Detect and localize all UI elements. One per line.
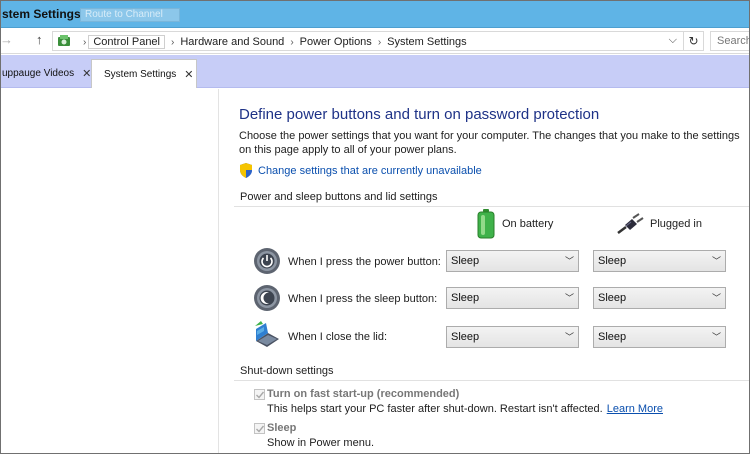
section-divider	[234, 380, 750, 381]
check-icon	[256, 391, 265, 399]
sleep-checkbox[interactable]	[254, 423, 265, 434]
column-plugged-in: Plugged in	[616, 213, 702, 235]
chevron-down-icon: ﹀	[564, 293, 574, 303]
breadcrumb: › Control Panel › Hardware and Sound › P…	[77, 35, 467, 49]
power-button-battery-select[interactable]: Sleep ﹀	[446, 250, 579, 272]
column-plugged-in-label: Plugged in	[650, 218, 702, 230]
fast-startup-description: This helps start your PC faster after sh…	[267, 403, 663, 415]
chevron-down-icon: ﹀	[711, 332, 721, 342]
breadcrumb-control-panel[interactable]: Control Panel	[88, 35, 165, 49]
breadcrumb-separator[interactable]: ›	[171, 37, 174, 48]
learn-more-link[interactable]: Learn More	[607, 403, 663, 415]
select-value: Sleep	[451, 292, 480, 304]
chevron-down-icon: ﹀	[711, 293, 721, 303]
breadcrumb-hardware-and-sound[interactable]: Hardware and Sound	[180, 36, 284, 48]
lid-battery-select[interactable]: Sleep ﹀	[446, 326, 579, 348]
row-lid-label: When I close the lid:	[288, 331, 388, 343]
tab-system-settings[interactable]: System Settings ✕	[91, 59, 197, 88]
up-arrow-icon[interactable]: ↑	[36, 32, 43, 47]
column-on-battery-label: On battery	[502, 218, 554, 230]
breadcrumb-separator: ›	[83, 36, 87, 48]
address-row: → ↑ › Control Panel › Hardware and Sound…	[0, 28, 750, 54]
tab-label: System Settings	[104, 68, 177, 80]
page-title: Define power buttons and turn on passwor…	[239, 106, 600, 123]
ghost-toolbar-button[interactable]: Route to Channel	[80, 8, 180, 22]
breadcrumb-system-settings[interactable]: System Settings	[387, 36, 466, 48]
plug-icon	[617, 213, 644, 234]
power-button-icon	[254, 248, 280, 274]
navigation-pane	[0, 89, 219, 454]
tab-bar: uppauge Videos ✕ System Settings ✕	[0, 55, 750, 88]
change-settings-label[interactable]: Change settings that are currently unava…	[258, 165, 482, 177]
address-dropdown-icon[interactable]: ⌵	[669, 34, 677, 47]
close-icon[interactable]: ✕	[184, 68, 193, 81]
breadcrumb-separator[interactable]: ›	[378, 37, 381, 48]
main-content: Define power buttons and turn on passwor…	[220, 89, 750, 454]
refresh-icon[interactable]: ↻	[683, 32, 703, 50]
chevron-down-icon: ﹀	[564, 332, 574, 342]
back-arrow-icon[interactable]: →	[0, 32, 13, 47]
control-panel-icon	[58, 35, 70, 46]
chevron-down-icon: ﹀	[564, 256, 574, 266]
power-button-plugged-select[interactable]: Sleep ﹀	[593, 250, 726, 272]
sleep-button-battery-select[interactable]: Sleep ﹀	[446, 287, 579, 309]
page-description: Choose the power settings that you want …	[239, 130, 740, 156]
sleep-button-icon	[254, 285, 280, 311]
chevron-down-icon: ﹀	[711, 256, 721, 266]
close-icon[interactable]: ✕	[82, 67, 91, 80]
check-icon	[256, 425, 265, 433]
select-value: Sleep	[598, 331, 627, 343]
breadcrumb-power-options[interactable]: Power Options	[300, 36, 372, 48]
select-value: Sleep	[598, 292, 627, 304]
section-shutdown-heading: Shut-down settings	[240, 365, 334, 377]
section-divider	[234, 206, 750, 207]
breadcrumb-separator[interactable]: ›	[290, 37, 293, 48]
battery-icon	[477, 209, 495, 239]
section-buttons-heading: Power and sleep buttons and lid settings	[240, 191, 438, 203]
search-input[interactable]: Search	[710, 31, 750, 51]
tab-videos[interactable]: uppauge Videos ✕	[0, 59, 99, 87]
title-bar: stem Settings Route to Channel	[0, 0, 750, 28]
window-title: stem Settings	[2, 7, 81, 21]
row-power-button-label: When I press the power button:	[288, 256, 441, 268]
address-bar[interactable]: › Control Panel › Hardware and Sound › P…	[52, 31, 704, 51]
sleep-button-plugged-select[interactable]: Sleep ﹀	[593, 287, 726, 309]
row-sleep-button-label: When I press the sleep button:	[288, 293, 438, 305]
column-on-battery: On battery	[476, 209, 553, 239]
fast-startup-label: Turn on fast start-up (recommended)	[267, 388, 460, 400]
select-value: Sleep	[451, 331, 480, 343]
lid-plugged-select[interactable]: Sleep ﹀	[593, 326, 726, 348]
shield-icon	[240, 163, 252, 178]
fast-startup-sub: This helps start your PC faster after sh…	[267, 403, 603, 415]
tab-label: uppauge Videos	[2, 67, 75, 79]
change-settings-link[interactable]: Change settings that are currently unava…	[239, 163, 482, 178]
fast-startup-checkbox[interactable]	[254, 389, 265, 400]
sleep-label: Sleep	[267, 422, 297, 434]
sleep-description: Show in Power menu.	[267, 437, 374, 449]
select-value: Sleep	[598, 255, 627, 267]
select-value: Sleep	[451, 255, 480, 267]
lid-icon	[255, 321, 279, 347]
